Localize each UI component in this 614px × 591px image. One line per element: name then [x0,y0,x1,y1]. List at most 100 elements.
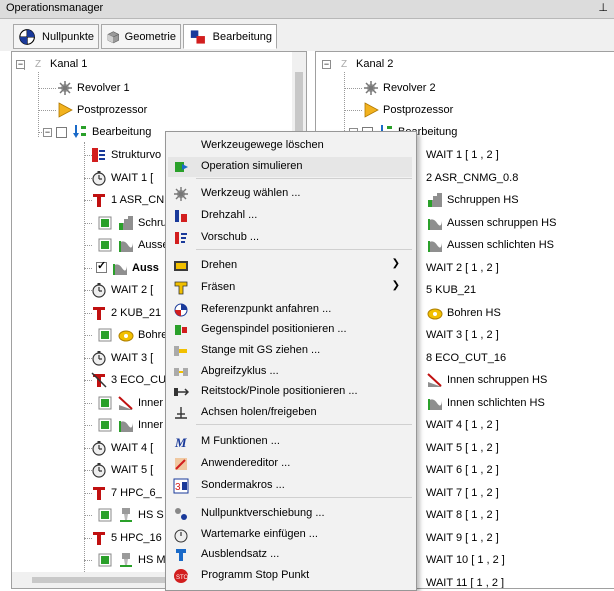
tree-node-operation[interactable]: Bohre [96,326,167,344]
tree-node-operation[interactable]: WAIT 11 [ 1 , 2 ] [426,574,504,589]
tree-node-operation[interactable]: WAIT 5 [ [90,461,153,479]
skip-block-icon [173,547,189,563]
window-title-bar: Operationsmanager ⊥ [0,0,614,19]
tree-node-operation[interactable]: 2 KUB_21 [90,304,161,322]
tree-node-operation[interactable]: Innen schruppen HS [426,371,547,389]
menu-item[interactable]: Wartemarke einfügen ... [168,525,412,545]
menu-item[interactable]: Achsen holen/freigeben [168,403,412,423]
menu-item[interactable]: Stange mit GS ziehen ... [168,341,412,361]
tree-node-operation[interactable]: WAIT 4 [ [90,439,153,457]
tree-node-operation[interactable]: 2 ASR_CNMG_0.8 [426,169,518,187]
tree-node-operation[interactable]: Inner [96,394,163,412]
menu-item[interactable]: Fräsen ❯ [168,278,412,298]
tree-node-operation[interactable]: WAIT 5 [ 1 , 2 ] [426,439,499,457]
node-label: Revolver 2 [383,82,436,94]
menu-item[interactable]: Ausblendsatz ... [168,545,412,565]
checkbox[interactable] [96,259,107,273]
stopwatch-icon [90,439,108,457]
menu-item[interactable]: Drehen ❯ [168,256,412,276]
tree-node-kanal-2[interactable]: − Z Kanal 2 [322,55,393,73]
menu-item[interactable]: Werkzeug wählen ... [168,184,412,204]
collapse-icon[interactable]: − [322,59,331,69]
reference-icon [173,302,189,318]
node-label: 2 ASR_CNMG_0.8 [426,171,519,184]
zero-offset-icon [173,506,189,522]
menu-item[interactable]: Operation simulieren [168,157,412,177]
menu-item[interactable]: Vorschub ... [168,228,412,248]
tree-node-operation[interactable]: WAIT 1 [ 1 , 2 ] [426,146,499,164]
tab-nullpunkte[interactable]: Nullpunkte [13,24,99,49]
tree-node-operation[interactable]: Innen schlichten HS [426,394,545,412]
tree-node-operation[interactable]: HS M [96,551,166,569]
tree-node-operation[interactable]: WAIT 1 [ [90,169,153,187]
menu-item[interactable]: Referenzpunkt anfahren ... [168,300,412,320]
tree-node-revolver-2[interactable]: Revolver 2 [362,79,436,97]
menu-item[interactable]: Werkzeugewege löschen [168,136,412,156]
menu-item-label: Sondermakros ... [201,479,285,491]
tree-node-operation[interactable]: HS S [96,506,164,524]
tree-node-operation[interactable]: Strukturvo [90,146,161,164]
tree-node-operation[interactable]: Auss [96,259,159,277]
user-editor-icon [173,456,189,472]
checkbox[interactable] [56,126,67,138]
feed-icon [173,230,189,246]
tree-node-operation[interactable]: 1 ASR_CN [90,191,164,209]
menu-separator [196,497,412,498]
tree-node-operation[interactable]: WAIT 6 [ 1 , 2 ] [426,461,499,479]
tree-node-operation[interactable]: Schruppen HS [426,191,519,209]
tree-node-operation[interactable]: WAIT 2 [ 1 , 2 ] [426,259,499,277]
stopwatch-icon [90,281,108,299]
menu-item-label: Drehen [201,259,238,271]
tree-node-operation[interactable]: Schru [96,214,167,232]
tree-node-operation[interactable]: 8 ECO_CUT_16 [426,349,506,367]
milling-icon [173,280,189,296]
tab-geometrie[interactable]: Geometrie [101,24,181,49]
menu-item-label: Werkzeug wählen ... [201,187,301,199]
collapse-icon[interactable]: − [43,127,52,137]
menu-item[interactable]: STOP Programm Stop Punkt [168,566,412,586]
menu-item[interactable]: Gegenspindel positionieren ... [168,320,412,340]
node-label: 7 HPC_6_ [111,486,162,499]
tree-node-operation[interactable]: 7 HPC_6_ [90,484,162,502]
tree-node-operation[interactable]: 5 HPC_16 [90,529,162,547]
menu-item[interactable]: Nullpunktverschiebung ... [168,504,412,524]
menu-item[interactable]: Reitstock/Pinole positionieren ... [168,382,412,402]
node-label: WAIT 5 [ 1 , 2 ] [426,441,499,454]
menu-item[interactable]: Anwendereditor ... [168,454,412,474]
node-label: Bohre [138,329,168,341]
menu-item[interactable]: Abgreifzyklus ... [168,362,412,382]
collapse-icon[interactable]: − [16,59,25,69]
tree-node-operation[interactable]: Aussen schlichten HS [426,236,554,254]
pin-icon[interactable]: ⊥ [598,1,608,14]
tree-node-operation[interactable]: WAIT 7 [ 1 , 2 ] [426,484,499,502]
tree-node-operation[interactable]: WAIT 3 [ 1 , 2 ] [426,326,499,344]
tree-node-operation[interactable]: 3 ECO_CU [90,371,166,389]
node-label: Schru [138,216,167,229]
tree-node-postprozessor[interactable]: Postprozessor [362,101,453,119]
menu-item[interactable]: M M Funktionen ... [168,432,412,452]
menu-item[interactable]: 3 Sondermakros ... [168,476,412,496]
tool-select-icon [173,186,189,202]
tree-node-postprozessor[interactable]: Postprozessor [56,101,147,119]
tree-node-operation[interactable]: WAIT 2 [ [90,281,153,299]
tree-node-bearbeitung[interactable]: − Bearbeitung [43,123,151,141]
tree-node-operation[interactable]: Bohren HS [426,304,501,322]
tree-node-operation[interactable]: Aussen schruppen HS [426,214,556,232]
enabled-flag-icon [96,551,114,569]
tree-node-operation[interactable]: WAIT 8 [ 1 , 2 ] [426,506,499,524]
tree-node-operation[interactable]: WAIT 3 [ [90,349,153,367]
tree-node-operation[interactable]: WAIT 10 [ 1 , 2 ] [426,551,505,569]
menu-item[interactable]: Drehzahl ... [168,206,412,226]
tab-bearbeitung[interactable]: Bearbeitung [183,24,277,49]
tree-node-operation[interactable]: Aussen [96,236,175,254]
drill-icon [117,326,135,344]
tree-node-revolver-1[interactable]: Revolver 1 [56,79,130,97]
tree-node-kanal-1[interactable]: − Z Kanal 1 [16,55,87,73]
tree-node-operation[interactable]: 5 KUB_21 [426,281,476,299]
tree-node-operation[interactable]: Inner [96,416,163,434]
tree-node-operation[interactable]: WAIT 4 [ 1 , 2 ] [426,416,499,434]
tree-node-operation[interactable]: WAIT 9 [ 1 , 2 ] [426,529,499,547]
submenu-arrow-icon: ❯ [391,280,400,291]
node-label: HS M [138,554,166,566]
simulate-icon [173,159,189,175]
